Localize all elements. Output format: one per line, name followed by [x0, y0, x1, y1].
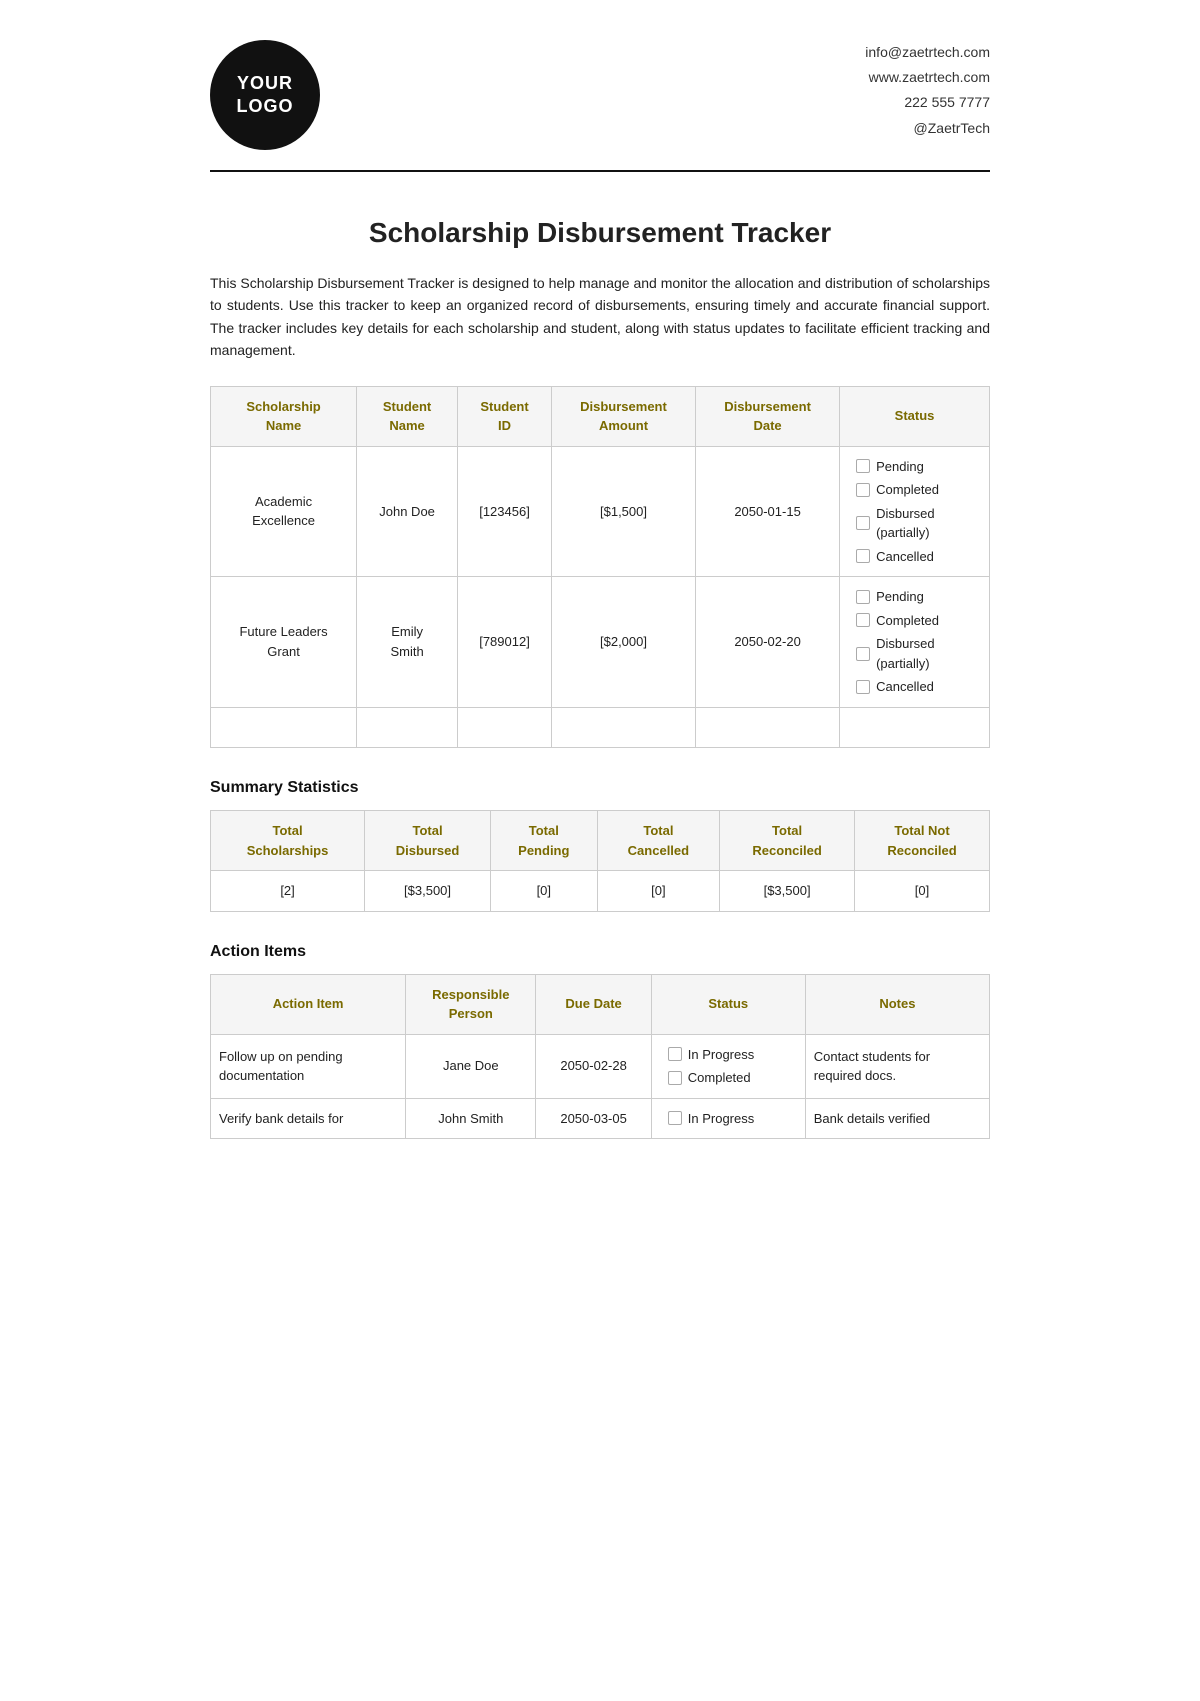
- contact-info: info@zaetrtech.com www.zaetrtech.com 222…: [865, 40, 990, 141]
- action-status-checkboxes-1: In Progress Completed: [660, 1045, 797, 1088]
- checkbox-disbursed-1[interactable]: Disbursed(partially): [856, 504, 935, 543]
- scholarship-name-2: Future LeadersGrant: [211, 577, 357, 708]
- col-scholarship-name: ScholarshipName: [211, 386, 357, 446]
- checkbox-pending-2[interactable]: Pending: [856, 587, 924, 607]
- contact-email: info@zaetrtech.com: [865, 40, 990, 65]
- amount-1: [$1,500]: [551, 446, 695, 577]
- action-col-person: ResponsiblePerson: [406, 974, 536, 1034]
- status-checkboxes-1: Pending Completed Disbursed(partially) C…: [848, 457, 981, 567]
- checkbox-box[interactable]: [668, 1111, 682, 1125]
- logo-line1: YOUR: [237, 72, 293, 95]
- action-person-1: Jane Doe: [406, 1034, 536, 1098]
- sum-col-1: TotalScholarships: [211, 811, 365, 871]
- action-col-status: Status: [651, 974, 805, 1034]
- sum-col-3: TotalPending: [490, 811, 597, 871]
- checkbox-box[interactable]: [856, 647, 870, 661]
- sum-val-2: [$3,500]: [365, 871, 491, 912]
- sum-col-5: TotalReconciled: [720, 811, 855, 871]
- summary-header-row: TotalScholarships TotalDisbursed TotalPe…: [211, 811, 990, 871]
- action-date-1: 2050-02-28: [536, 1034, 651, 1098]
- action-status-1: In Progress Completed: [651, 1034, 805, 1098]
- sum-val-4: [0]: [597, 871, 720, 912]
- checkbox-completed-2[interactable]: Completed: [856, 611, 939, 631]
- table-row: Follow up on pendingdocumentation Jane D…: [211, 1034, 990, 1098]
- action-notes-1: Contact students forrequired docs.: [805, 1034, 989, 1098]
- action-items-title: Action Items: [210, 940, 990, 964]
- student-id-1: [123456]: [458, 446, 552, 577]
- checkbox-box[interactable]: [856, 613, 870, 627]
- page-description: This Scholarship Disbursement Tracker is…: [210, 272, 990, 362]
- action-item-1: Follow up on pendingdocumentation: [211, 1034, 406, 1098]
- sum-val-3: [0]: [490, 871, 597, 912]
- action-notes-2: Bank details verified: [805, 1098, 989, 1139]
- col-disbursement-date: DisbursementDate: [696, 386, 840, 446]
- action-date-2: 2050-03-05: [536, 1098, 651, 1139]
- summary-title: Summary Statistics: [210, 776, 990, 800]
- contact-social: @ZaetrTech: [865, 116, 990, 141]
- main-table-header-row: ScholarshipName StudentName StudentID Di…: [211, 386, 990, 446]
- checkbox-box[interactable]: [856, 459, 870, 473]
- action-item-2: Verify bank details for: [211, 1098, 406, 1139]
- table-row: Verify bank details for John Smith 2050-…: [211, 1098, 990, 1139]
- sum-col-6: Total NotReconciled: [855, 811, 990, 871]
- sum-col-2: TotalDisbursed: [365, 811, 491, 871]
- checkbox-pending-1[interactable]: Pending: [856, 457, 924, 477]
- student-name-1: John Doe: [357, 446, 458, 577]
- checkbox-box[interactable]: [668, 1047, 682, 1061]
- checkbox-completed-1[interactable]: Completed: [856, 480, 939, 500]
- checkbox-box[interactable]: [856, 483, 870, 497]
- action-checkbox-completed-1[interactable]: Completed: [668, 1068, 751, 1088]
- header-divider: [210, 170, 990, 172]
- action-items-table: Action Item ResponsiblePerson Due Date S…: [210, 974, 990, 1140]
- page-title: Scholarship Disbursement Tracker: [210, 212, 990, 254]
- sum-val-5: [$3,500]: [720, 871, 855, 912]
- table-row-empty: [211, 707, 990, 748]
- date-1: 2050-01-15: [696, 446, 840, 577]
- col-status: Status: [840, 386, 990, 446]
- action-status-checkboxes-2: In Progress: [660, 1109, 797, 1129]
- sum-val-1: [2]: [211, 871, 365, 912]
- col-disbursement-amount: DisbursementAmount: [551, 386, 695, 446]
- logo: YOUR LOGO: [210, 40, 320, 150]
- student-id-2: [789012]: [458, 577, 552, 708]
- action-col-date: Due Date: [536, 974, 651, 1034]
- sum-col-4: TotalCancelled: [597, 811, 720, 871]
- main-table: ScholarshipName StudentName StudentID Di…: [210, 386, 990, 749]
- status-checkboxes-2: Pending Completed Disbursed(partially) C…: [848, 587, 981, 697]
- checkbox-cancelled-2[interactable]: Cancelled: [856, 677, 934, 697]
- action-checkbox-inprogress-2[interactable]: In Progress: [668, 1109, 754, 1129]
- checkbox-box[interactable]: [668, 1071, 682, 1085]
- student-name-2: EmilySmith: [357, 577, 458, 708]
- contact-website: www.zaetrtech.com: [865, 65, 990, 90]
- table-row: AcademicExcellence John Doe [123456] [$1…: [211, 446, 990, 577]
- status-1: Pending Completed Disbursed(partially) C…: [840, 446, 990, 577]
- checkbox-box[interactable]: [856, 549, 870, 563]
- table-row: Future LeadersGrant EmilySmith [789012] …: [211, 577, 990, 708]
- page-header: YOUR LOGO info@zaetrtech.com www.zaetrte…: [210, 40, 990, 150]
- date-2: 2050-02-20: [696, 577, 840, 708]
- checkbox-cancelled-1[interactable]: Cancelled: [856, 547, 934, 567]
- logo-line2: LOGO: [237, 95, 294, 118]
- col-student-id: StudentID: [458, 386, 552, 446]
- col-student-name: StudentName: [357, 386, 458, 446]
- checkbox-box[interactable]: [856, 680, 870, 694]
- action-person-2: John Smith: [406, 1098, 536, 1139]
- action-col-notes: Notes: [805, 974, 989, 1034]
- summary-table: TotalScholarships TotalDisbursed TotalPe…: [210, 810, 990, 912]
- sum-val-6: [0]: [855, 871, 990, 912]
- action-header-row: Action Item ResponsiblePerson Due Date S…: [211, 974, 990, 1034]
- amount-2: [$2,000]: [551, 577, 695, 708]
- action-col-item: Action Item: [211, 974, 406, 1034]
- checkbox-box[interactable]: [856, 590, 870, 604]
- contact-phone: 222 555 7777: [865, 90, 990, 115]
- checkbox-disbursed-2[interactable]: Disbursed(partially): [856, 634, 935, 673]
- checkbox-box[interactable]: [856, 516, 870, 530]
- summary-data-row: [2] [$3,500] [0] [0] [$3,500] [0]: [211, 871, 990, 912]
- action-checkbox-inprogress-1[interactable]: In Progress: [668, 1045, 754, 1065]
- status-2: Pending Completed Disbursed(partially) C…: [840, 577, 990, 708]
- scholarship-name-1: AcademicExcellence: [211, 446, 357, 577]
- action-status-2: In Progress: [651, 1098, 805, 1139]
